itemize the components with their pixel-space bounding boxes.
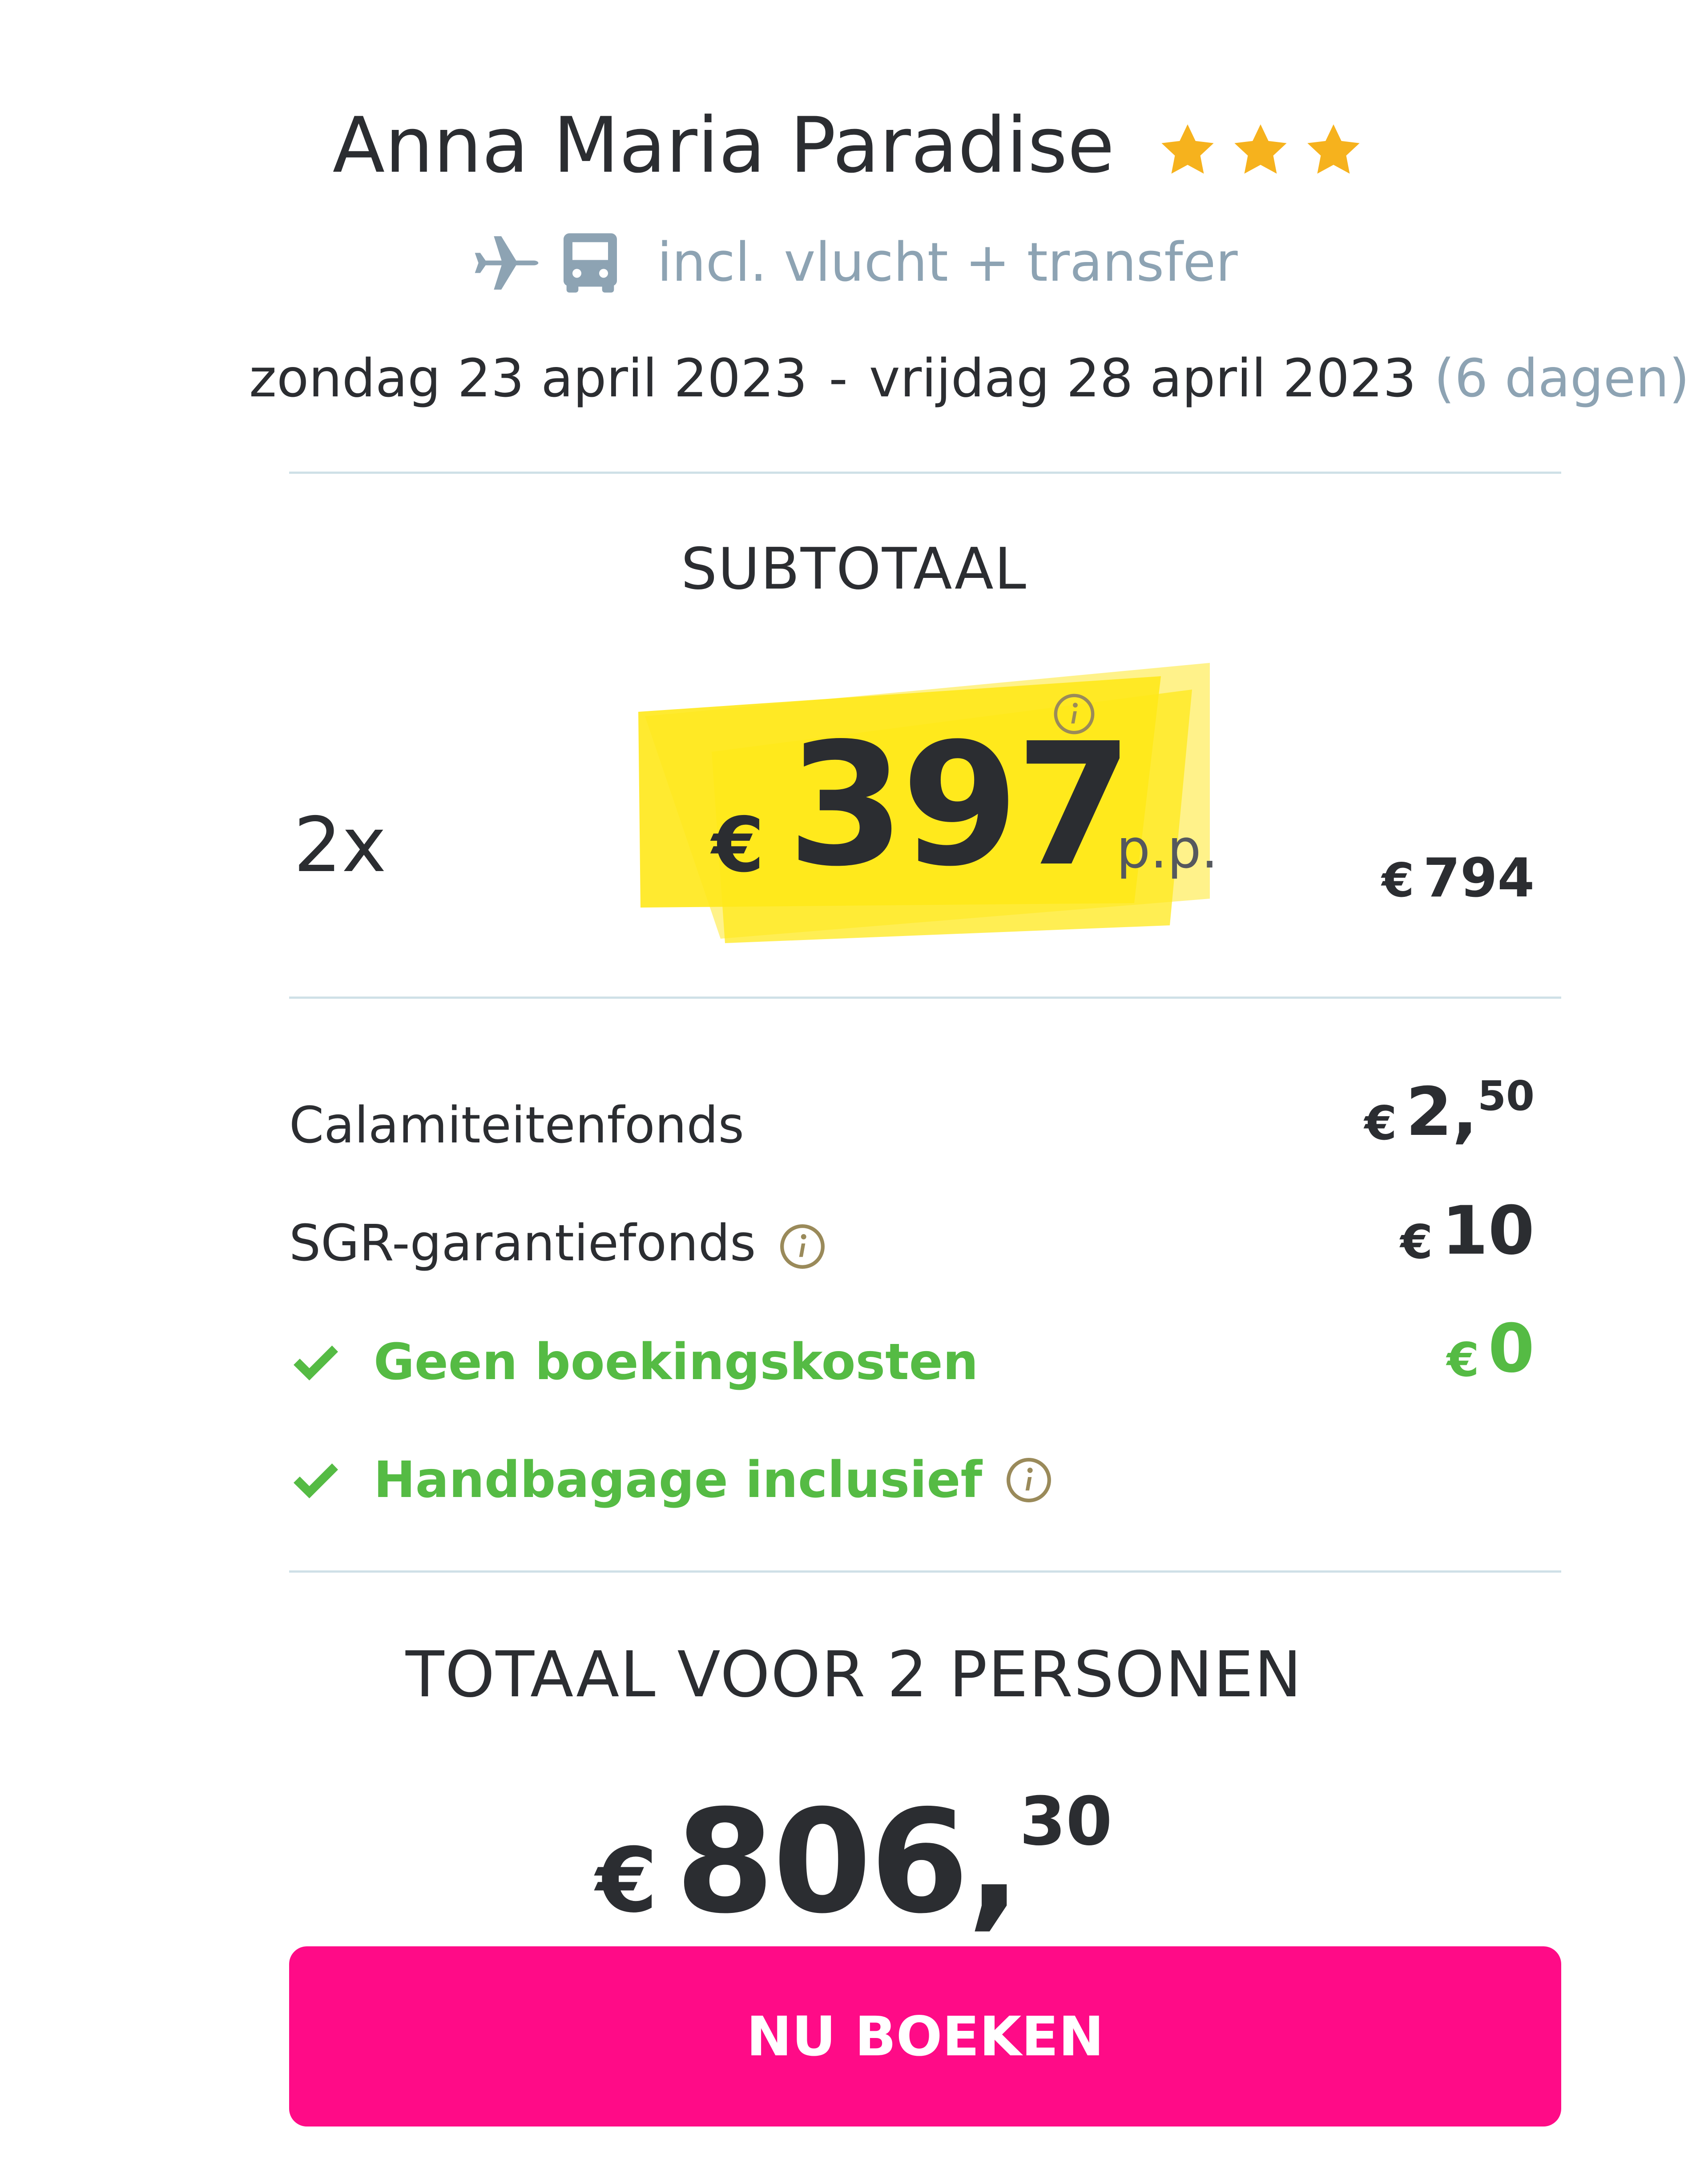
hotel-name: Anna Maria Paradise (332, 101, 1115, 190)
fee-amount-int: 10 (1442, 1192, 1535, 1270)
perk-hand-luggage-row: Handbagage inclusief (289, 1446, 1053, 1511)
book-now-button[interactable]: NU BOEKEN (289, 1946, 1561, 2127)
divider (289, 1570, 1561, 1573)
transport-text: incl. vlucht + transfer (657, 231, 1238, 294)
plane-icon (470, 227, 541, 299)
perk-hand-luggage-label: Handbagage inclusief (374, 1451, 983, 1509)
star-icon (1156, 120, 1219, 182)
subtotal-heading: SUBTOTAAL (681, 536, 1027, 602)
subtotal-amount: €794 (1382, 845, 1535, 928)
subtotal-currency: € (1382, 853, 1414, 908)
travel-dates: zondag 23 april 2023- vrijdag 28 april 20… (249, 347, 1689, 409)
perk-booking-fee-amount: €0 (1447, 1310, 1535, 1388)
perk-booking-fee-label: Geen boekingskosten (374, 1333, 979, 1392)
bus-icon (555, 227, 626, 299)
star-icon (1229, 120, 1292, 182)
total-heading: TOTAAL VOOR 2 PERSONEN (405, 1638, 1303, 1711)
perk-booking-fee-row: Geen boekingskosten (289, 1328, 978, 1393)
star-icon (1302, 120, 1365, 182)
trip-duration: (6 dagen) (1434, 347, 1690, 409)
date-to: vrijdag 28 april 2023 (869, 347, 1417, 409)
perk-amount: 0 (1488, 1310, 1535, 1388)
per-person-suffix: p.p. (1116, 819, 1218, 880)
subtotal-value: 794 (1423, 847, 1535, 909)
fee-sgr-row: SGR-garantiefonds (289, 1212, 827, 1275)
fee-calamiteitenfonds-amount: €2,50 (1365, 1072, 1535, 1151)
fee-currency: € (1400, 1215, 1433, 1269)
fee-sgr-amount: €10 (1400, 1192, 1535, 1270)
fee-sgr-label: SGR-garantiefonds (289, 1215, 756, 1272)
transport-info: incl. vlucht + transfer (0, 227, 1708, 299)
divider (289, 997, 1561, 999)
fee-amount-dec: 50 (1477, 1072, 1535, 1120)
total-amount-int: 806, (675, 1779, 1021, 1945)
divider (289, 472, 1561, 474)
perk-currency: € (1446, 1333, 1479, 1387)
date-from: zondag 23 april 2023 (249, 347, 808, 409)
sgr-info-icon[interactable] (778, 1222, 827, 1271)
star-rating (1156, 101, 1375, 190)
price-per-person: 397 (787, 706, 1133, 904)
total-amount-dec: 30 (1019, 1783, 1112, 1860)
total-amount: €806,30 (0, 1779, 1708, 1945)
date-separator: - (829, 347, 848, 409)
fee-amount-int: 2, (1406, 1073, 1478, 1151)
hand-luggage-info-icon[interactable] (1004, 1456, 1053, 1505)
checkmark-icon (289, 1336, 342, 1389)
total-currency: € (596, 1829, 658, 1933)
price-currency: € (712, 801, 765, 889)
hotel-header: Anna Maria Paradise (0, 96, 1708, 190)
fee-currency: € (1364, 1096, 1397, 1150)
person-multiplier: 2x (294, 801, 387, 889)
fee-calamiteitenfonds-label: Calamiteitenfonds (289, 1097, 744, 1154)
checkmark-icon (289, 1453, 342, 1507)
